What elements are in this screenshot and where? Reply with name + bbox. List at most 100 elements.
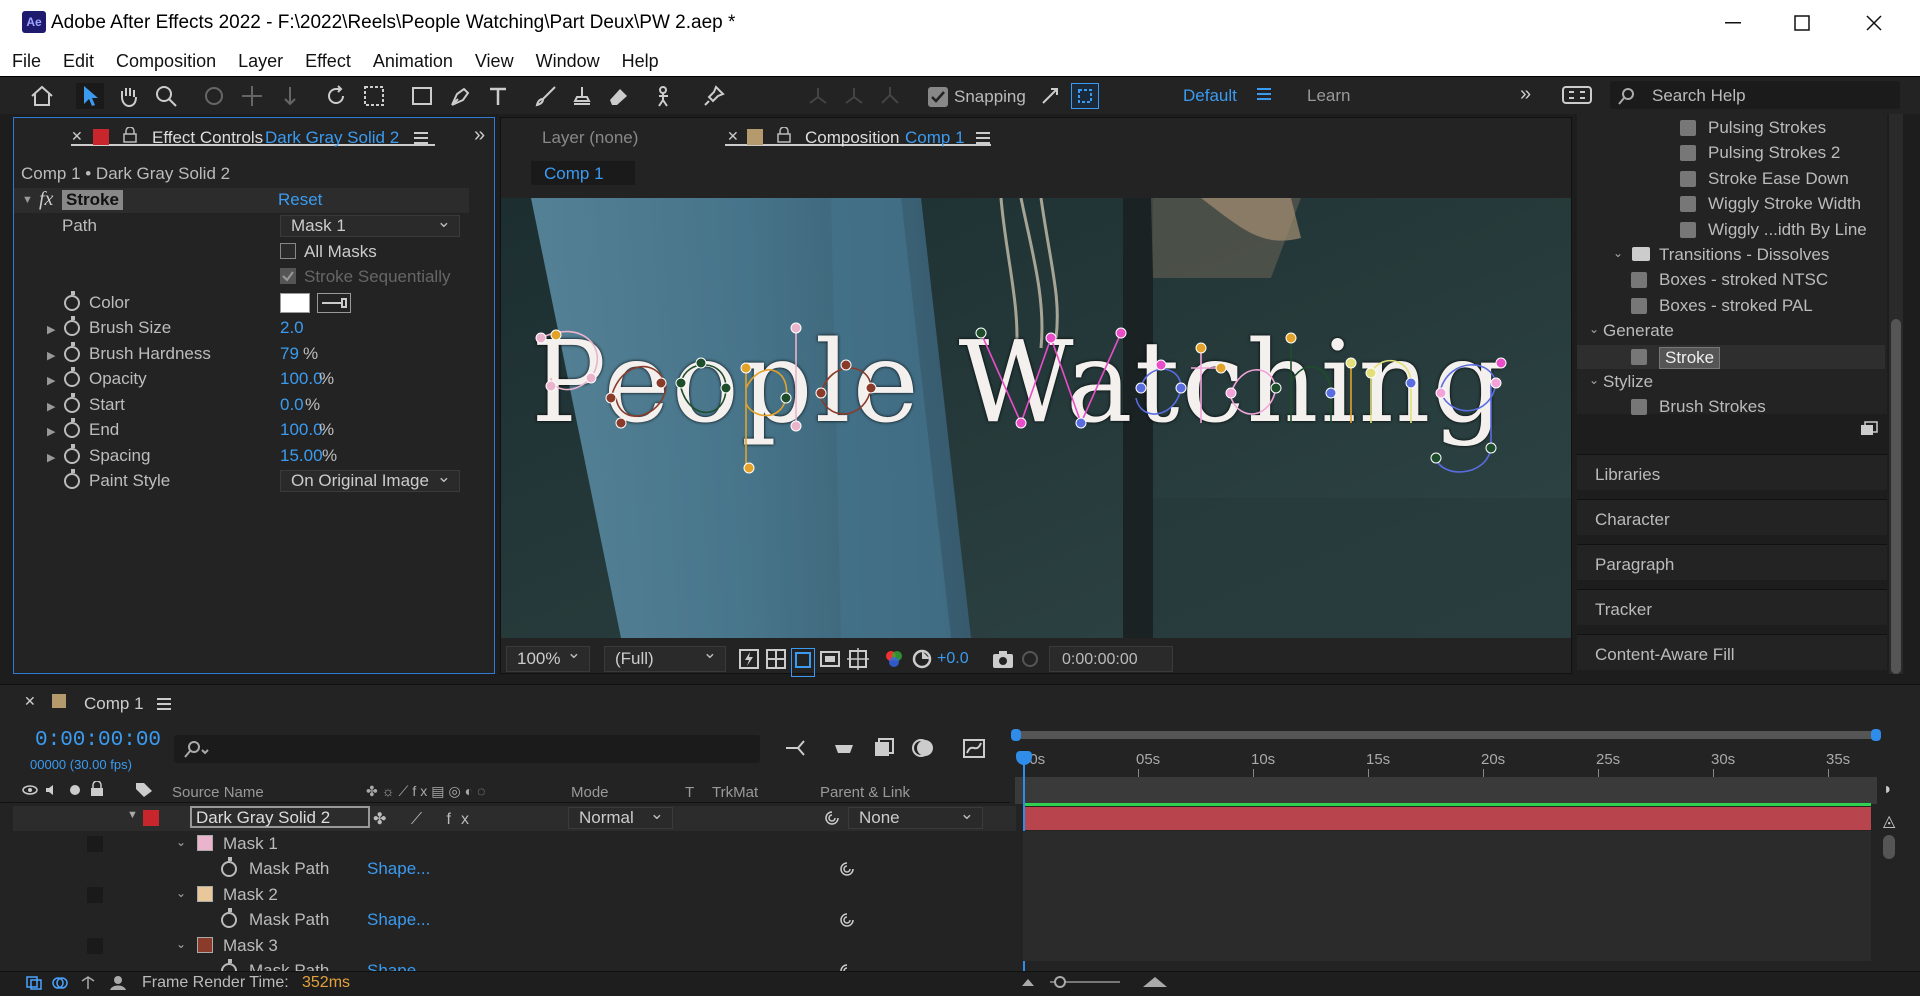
pick-whip-icon[interactable] — [838, 860, 856, 883]
mask-path-value[interactable]: Shape... — [367, 859, 430, 879]
mask-vertex[interactable] — [1485, 442, 1497, 454]
mask-row[interactable]: ⌄ Mask 1 — [13, 832, 1016, 857]
effect-controls-layer-name[interactable]: Dark Gray Solid 2 — [265, 128, 399, 148]
fast-previews-icon[interactable] — [738, 648, 760, 675]
comp-viewport[interactable]: People Watching — [501, 198, 1571, 638]
comp-mini-flowchart-icon[interactable] — [784, 737, 808, 764]
panel-menu-icon[interactable] — [156, 697, 172, 716]
menu-edit[interactable]: Edit — [63, 51, 94, 72]
mask-vertex[interactable] — [1490, 377, 1502, 389]
snapshot-icon[interactable] — [991, 648, 1015, 675]
mask-path-row[interactable]: Mask Path Shape... — [13, 857, 1016, 882]
mask-vertex[interactable] — [1135, 382, 1147, 394]
mask-vertex[interactable] — [545, 380, 557, 392]
mask-visibility-icon[interactable] — [791, 648, 815, 677]
mask-vertex[interactable] — [1345, 357, 1357, 369]
home-icon[interactable] — [28, 83, 56, 109]
composition-tab[interactable]: Composition — [805, 128, 900, 148]
stopwatch-icon[interactable] — [64, 316, 80, 336]
mask-vertex[interactable] — [605, 392, 617, 404]
hand-tool-icon[interactable] — [114, 83, 142, 109]
zoom-out-icon[interactable] — [1020, 974, 1036, 993]
axis-view-icon[interactable] — [876, 83, 904, 109]
mask-color-swatch[interactable] — [197, 937, 213, 953]
rectangle-tool-icon[interactable] — [408, 83, 436, 109]
brush-tool-icon[interactable] — [532, 83, 560, 109]
libraries-panel[interactable]: Libraries — [1577, 454, 1887, 490]
tracker-panel[interactable]: Tracker — [1577, 589, 1887, 625]
mask-vertex[interactable] — [1115, 327, 1127, 339]
mask-vertex[interactable] — [975, 327, 987, 339]
maximize-icon[interactable] — [1782, 8, 1822, 38]
preset-item[interactable]: Wiggly ...idth By Line — [1577, 218, 1885, 242]
preset-item[interactable]: Boxes - stroked NTSC — [1577, 268, 1885, 292]
close-tab-icon[interactable]: ✕ — [71, 128, 83, 145]
mask-vertex[interactable] — [1285, 332, 1297, 344]
chevron-right-icon[interactable]: » — [1520, 83, 1531, 106]
preset-item[interactable]: Pulsing Strokes — [1577, 116, 1885, 140]
comp-subtab[interactable]: Comp 1 — [531, 161, 635, 185]
mask-vertex[interactable] — [1270, 382, 1282, 394]
mask-vertex[interactable] — [695, 357, 707, 369]
menu-file[interactable]: File — [12, 51, 41, 72]
frame-blending-icon[interactable] — [872, 737, 896, 764]
stopwatch-icon[interactable] — [221, 908, 237, 928]
rotate-tool-icon[interactable] — [322, 83, 350, 109]
menu-composition[interactable]: Composition — [116, 51, 216, 72]
panel-menu-icon[interactable] — [413, 131, 429, 150]
mask-vertex[interactable] — [1075, 417, 1087, 429]
reset-exposure-icon[interactable] — [911, 648, 933, 675]
color-swatch[interactable] — [280, 293, 310, 313]
layer-tab[interactable]: Layer (none) — [542, 128, 638, 148]
audio-switch-icon[interactable] — [44, 783, 60, 802]
mask-vertex[interactable] — [720, 382, 732, 394]
layer-name[interactable]: Dark Gray Solid 2 — [190, 806, 370, 828]
mask-vertex[interactable] — [865, 382, 877, 394]
preset-item[interactable]: Brush Strokes — [1577, 395, 1885, 419]
mask-vertex[interactable] — [655, 377, 667, 389]
menu-view[interactable]: View — [475, 51, 514, 72]
blend-mode-dropdown[interactable]: Normal — [568, 804, 673, 829]
path-dropdown[interactable]: Mask 1 — [280, 212, 460, 237]
selection-tool-icon[interactable] — [76, 83, 104, 109]
lock-icon[interactable] — [777, 126, 791, 148]
grid-guides-icon[interactable] — [847, 648, 869, 675]
expand-transfer-controls-icon[interactable] — [52, 976, 68, 995]
parent-link-header[interactable]: Parent & Link — [820, 784, 910, 801]
stroke-seq-checkbox[interactable] — [280, 268, 296, 284]
mask-color-swatch[interactable] — [197, 886, 213, 902]
close-tab-icon[interactable]: ✕ — [727, 128, 739, 145]
mask-vertex[interactable] — [1365, 367, 1377, 379]
pan-behind-icon[interactable] — [360, 83, 388, 109]
mask-vertex[interactable] — [1495, 357, 1507, 369]
roto-brush-icon[interactable] — [652, 83, 680, 109]
mask-name[interactable]: Mask 3 — [223, 936, 278, 956]
stopwatch-icon[interactable] — [64, 367, 80, 387]
mask-path-value[interactable]: Shape... — [367, 910, 430, 930]
fx-toggle[interactable]: fx — [39, 188, 53, 211]
pan-camera-icon[interactable] — [238, 83, 266, 109]
effect-header-row[interactable]: ▼ fx Stroke Reset — [14, 188, 469, 213]
layer-switches[interactable]: ✤ ⟋ fx — [373, 809, 479, 829]
preset-item[interactable]: Wiggly Stroke Width — [1577, 192, 1885, 216]
zoom-slider[interactable] — [1050, 976, 1120, 988]
mask-vertex[interactable] — [615, 417, 627, 429]
type-tool-icon[interactable] — [484, 83, 512, 109]
snap-features-icon[interactable] — [1071, 83, 1099, 109]
stopwatch-icon[interactable] — [64, 342, 80, 362]
opacity-value[interactable]: 100.0 — [280, 369, 323, 389]
trkmat-header[interactable]: TrkMat — [712, 784, 758, 801]
right-scrollbar[interactable] — [1889, 114, 1903, 674]
preset-category[interactable]: ⌄ Stylize — [1577, 370, 1885, 394]
brush-hardness-value[interactable]: 79 — [280, 344, 299, 364]
content-aware-fill-panel[interactable]: Content-Aware Fill — [1577, 634, 1887, 670]
mask-vertex[interactable] — [1015, 417, 1027, 429]
preset-item[interactable]: Boxes - stroked PAL — [1577, 294, 1885, 318]
mask-vertex[interactable] — [790, 420, 802, 432]
mask-vertex[interactable] — [1225, 387, 1237, 399]
expand-panel-icon[interactable]: » — [474, 124, 485, 147]
workspace-learn[interactable]: Learn — [1307, 86, 1350, 106]
mask-vertex[interactable] — [790, 322, 802, 334]
orbit-camera-icon[interactable] — [200, 83, 228, 109]
pen-tool-icon[interactable] — [446, 83, 474, 109]
